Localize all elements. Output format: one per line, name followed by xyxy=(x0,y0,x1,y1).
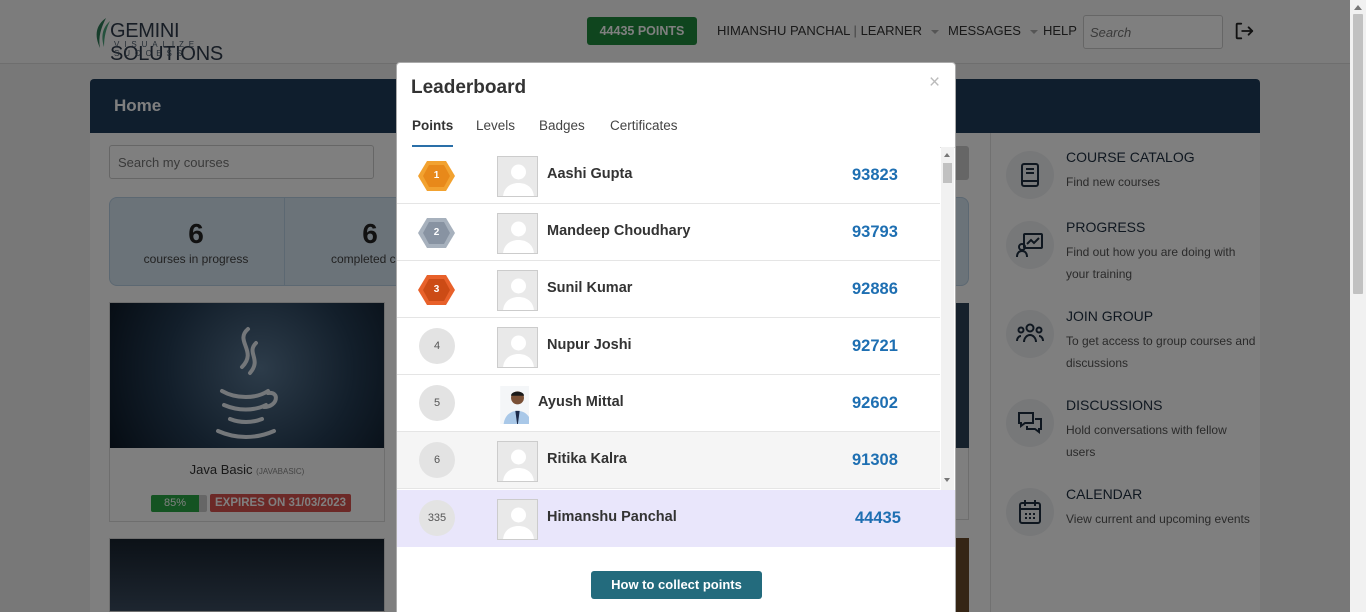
scroll-down-arrow-icon[interactable] xyxy=(944,478,950,482)
rank-number: 2 xyxy=(433,227,440,238)
gold-medal-icon: 1 xyxy=(418,160,455,192)
silver-medal-icon: 2 xyxy=(418,217,455,249)
avatar xyxy=(497,270,538,311)
leaderboard-points: 93823 xyxy=(852,166,898,184)
bronze-medal-icon: 3 xyxy=(418,274,455,306)
leaderboard-name: Mandeep Choudhary xyxy=(547,223,691,239)
leaderboard-name: Aashi Gupta xyxy=(547,166,633,182)
rank-number: 3 xyxy=(433,284,440,295)
rank-number: 1 xyxy=(433,170,440,181)
page-scrollbar[interactable] xyxy=(1350,0,1366,612)
rank-number: 6 xyxy=(419,442,455,478)
leaderboard-list[interactable]: 1 Aashi Gupta 93823 2 Mandeep Choudhary … xyxy=(397,147,941,490)
rank-number: 4 xyxy=(419,328,455,364)
avatar xyxy=(497,213,538,254)
leaderboard-points: 92721 xyxy=(852,337,898,355)
leaderboard-points: 92602 xyxy=(852,394,898,412)
leaderboard-row[interactable]: 6 Ritika Kalra 91308 xyxy=(397,432,940,489)
leaderboard-tabs: Points Levels Badges Certificates xyxy=(397,115,955,148)
tab-points[interactable]: Points xyxy=(412,118,454,148)
leaderboard-row[interactable]: 5 Ayush Mittal 92602 xyxy=(397,375,940,432)
leaderboard-row[interactable]: 4 Nupur Joshi 92721 xyxy=(397,318,940,375)
leaderboard-row[interactable]: 1 Aashi Gupta 93823 xyxy=(397,147,940,204)
leaderboard-name: Ritika Kalra xyxy=(547,451,627,467)
close-icon[interactable]: × xyxy=(929,72,940,94)
leaderboard-points: 91308 xyxy=(852,451,898,469)
avatar xyxy=(497,327,538,368)
tab-levels[interactable]: Levels xyxy=(476,118,515,148)
leaderboard-name: Sunil Kumar xyxy=(547,280,633,296)
avatar xyxy=(497,499,538,540)
leaderboard-name: Ayush Mittal xyxy=(538,394,624,410)
tab-badges[interactable]: Badges xyxy=(539,118,585,148)
leaderboard-name: Himanshu Panchal xyxy=(547,509,677,525)
leaderboard-row[interactable]: 2 Mandeep Choudhary 93793 xyxy=(397,204,940,261)
current-user-row[interactable]: 335 Himanshu Panchal 44435 xyxy=(397,490,955,547)
rank-number: 335 xyxy=(419,500,455,536)
scrollbar-thumb[interactable] xyxy=(943,163,952,183)
scrollbar-thumb[interactable] xyxy=(1353,14,1363,294)
scroll-up-arrow-icon[interactable] xyxy=(944,153,950,157)
leaderboard-scrollbar[interactable] xyxy=(941,147,954,490)
rank-number: 5 xyxy=(419,385,455,421)
modal-title: Leaderboard xyxy=(411,77,527,98)
leaderboard-points: 44435 xyxy=(855,509,901,527)
tab-certificates[interactable]: Certificates xyxy=(610,118,678,148)
leaderboard-row[interactable]: 3 Sunil Kumar 92886 xyxy=(397,261,940,318)
leaderboard-name: Nupur Joshi xyxy=(547,337,632,353)
avatar xyxy=(497,386,529,424)
avatar xyxy=(497,156,538,197)
scroll-up-arrow-icon[interactable] xyxy=(1354,5,1362,10)
avatar xyxy=(497,441,538,482)
how-to-collect-points-button[interactable]: How to collect points xyxy=(591,571,762,599)
leaderboard-points: 92886 xyxy=(852,280,898,298)
leaderboard-points: 93793 xyxy=(852,223,898,241)
leaderboard-modal: Leaderboard × Points Levels Badges Certi… xyxy=(396,62,956,612)
